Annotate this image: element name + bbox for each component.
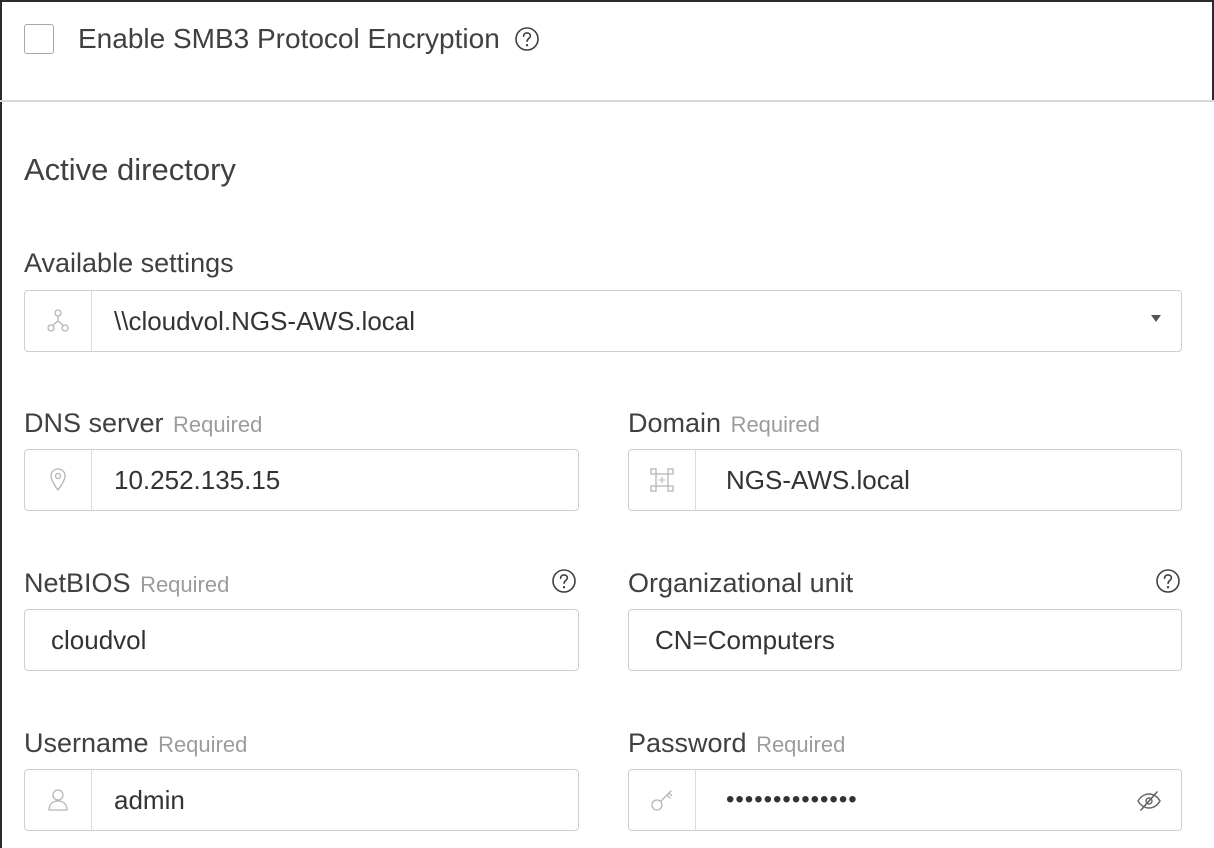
available-settings-select[interactable]: \\cloudvol.NGS-AWS.local bbox=[24, 290, 1182, 352]
location-pin-icon bbox=[25, 450, 92, 510]
username-label: Username Required bbox=[24, 728, 247, 759]
username-value: admin bbox=[114, 784, 185, 815]
panel-border-left bbox=[0, 0, 2, 848]
dns-server-input[interactable]: 10.252.135.15 bbox=[24, 449, 579, 511]
password-label: Password Required bbox=[628, 728, 845, 759]
dns-server-value: 10.252.135.15 bbox=[114, 464, 281, 495]
password-label-text: Password bbox=[628, 728, 747, 758]
network-icon bbox=[25, 291, 92, 351]
user-icon bbox=[25, 770, 92, 830]
netbios-value: cloudvol bbox=[51, 624, 147, 655]
smb3-encryption-row: Enable SMB3 Protocol Encryption bbox=[24, 22, 540, 56]
smb3-encryption-checkbox[interactable] bbox=[24, 24, 54, 54]
question-circle-icon[interactable] bbox=[1155, 568, 1181, 594]
smb3-encryption-label: Enable SMB3 Protocol Encryption bbox=[78, 23, 500, 54]
available-settings-value: \\cloudvol.NGS-AWS.local bbox=[114, 305, 416, 336]
organizational-unit-input[interactable]: CN=Computers bbox=[628, 609, 1182, 671]
dns-server-required: Required bbox=[173, 412, 263, 437]
eye-slash-icon[interactable] bbox=[1135, 788, 1163, 814]
netbios-input[interactable]: cloudvol bbox=[24, 609, 579, 671]
section-title: Active directory bbox=[24, 152, 236, 187]
netbios-label-text: NetBIOS bbox=[24, 568, 131, 598]
question-circle-icon[interactable] bbox=[514, 26, 540, 52]
organizational-unit-value: CN=Computers bbox=[655, 624, 835, 655]
netbios-label: NetBIOS Required bbox=[24, 568, 229, 599]
domain-label-text: Domain bbox=[628, 408, 722, 438]
section-divider bbox=[0, 100, 1214, 102]
domain-required: Required bbox=[730, 412, 820, 437]
key-icon bbox=[629, 770, 696, 830]
password-input[interactable]: •••••••••••••• bbox=[628, 769, 1182, 831]
panel-border-top bbox=[0, 0, 1214, 2]
dns-server-label: DNS server Required bbox=[24, 408, 262, 439]
domain-input[interactable]: NGS-AWS.local bbox=[628, 449, 1182, 511]
dns-server-label-text: DNS server bbox=[24, 408, 164, 438]
username-input[interactable]: admin bbox=[24, 769, 579, 831]
domain-icon bbox=[629, 450, 696, 510]
organizational-unit-label-text: Organizational unit bbox=[628, 568, 854, 598]
question-circle-icon[interactable] bbox=[551, 568, 577, 594]
username-required: Required bbox=[158, 732, 248, 757]
organizational-unit-label: Organizational unit bbox=[628, 568, 853, 599]
domain-label: Domain Required bbox=[628, 408, 820, 439]
username-label-text: Username bbox=[24, 728, 149, 758]
password-value: •••••••••••••• bbox=[726, 786, 858, 813]
caret-down-icon[interactable] bbox=[1151, 315, 1161, 322]
password-required: Required bbox=[756, 732, 846, 757]
available-settings-label: Available settings bbox=[24, 248, 234, 278]
domain-value: NGS-AWS.local bbox=[726, 464, 910, 495]
netbios-required: Required bbox=[140, 572, 230, 597]
